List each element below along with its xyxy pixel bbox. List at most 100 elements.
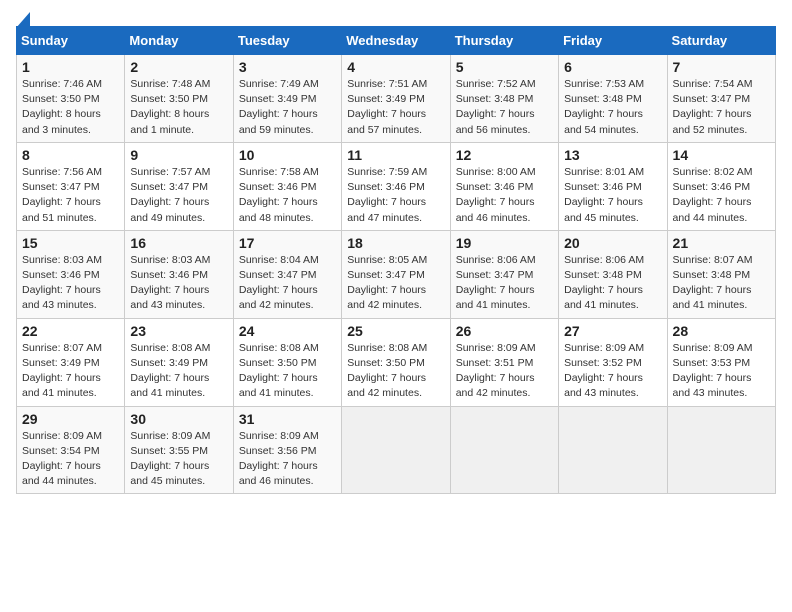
page-header bbox=[16, 16, 776, 18]
day-number: 15 bbox=[22, 235, 119, 251]
header-saturday: Saturday bbox=[667, 27, 775, 55]
header-thursday: Thursday bbox=[450, 27, 558, 55]
calendar-cell: 19 Sunrise: 8:06 AM Sunset: 3:47 PM Dayli… bbox=[450, 230, 558, 318]
day-info: Sunrise: 8:09 AM Sunset: 3:51 PM Dayligh… bbox=[456, 341, 553, 402]
day-number: 25 bbox=[347, 323, 444, 339]
day-info: Sunrise: 8:02 AM Sunset: 3:46 PM Dayligh… bbox=[673, 165, 770, 226]
day-number: 31 bbox=[239, 411, 336, 427]
header-monday: Monday bbox=[125, 27, 233, 55]
day-info: Sunrise: 7:52 AM Sunset: 3:48 PM Dayligh… bbox=[456, 77, 553, 138]
day-number: 7 bbox=[673, 59, 770, 75]
calendar-cell: 9Sunrise: 7:57 AM Sunset: 3:47 PM Daylig… bbox=[125, 142, 233, 230]
day-info: Sunrise: 7:46 AM Sunset: 3:50 PM Dayligh… bbox=[22, 77, 119, 138]
day-number: 19 bbox=[456, 235, 553, 251]
day-info: Sunrise: 8:03 AM Sunset: 3:46 PM Dayligh… bbox=[130, 253, 227, 314]
day-info: Sunrise: 8:06 AM Sunset: 3:47 PM Dayligh… bbox=[456, 253, 553, 314]
calendar-cell: 2 Sunrise: 7:48 AM Sunset: 3:50 PM Daylig… bbox=[125, 55, 233, 143]
day-info: Sunrise: 7:53 AM Sunset: 3:48 PM Dayligh… bbox=[564, 77, 661, 138]
day-number: 11 bbox=[347, 147, 444, 163]
day-number: 28 bbox=[673, 323, 770, 339]
week-row-1: 1 Sunrise: 7:46 AM Sunset: 3:50 PM Daylig… bbox=[17, 55, 776, 143]
day-number: 12 bbox=[456, 147, 553, 163]
calendar-cell: 18 Sunrise: 8:05 AM Sunset: 3:47 PM Dayli… bbox=[342, 230, 450, 318]
week-row-5: 29 Sunrise: 8:09 AM Sunset: 3:54 PM Dayli… bbox=[17, 406, 776, 494]
day-number: 5 bbox=[456, 59, 553, 75]
day-info: Sunrise: 8:09 AM Sunset: 3:52 PM Dayligh… bbox=[564, 341, 661, 402]
day-number: 2 bbox=[130, 59, 227, 75]
calendar-cell: 3Sunrise: 7:49 AM Sunset: 3:49 PM Daylig… bbox=[233, 55, 341, 143]
day-number: 8 bbox=[22, 147, 119, 163]
day-number: 24 bbox=[239, 323, 336, 339]
day-info: Sunrise: 7:48 AM Sunset: 3:50 PM Dayligh… bbox=[130, 77, 227, 138]
day-info: Sunrise: 8:00 AM Sunset: 3:46 PM Dayligh… bbox=[456, 165, 553, 226]
header-wednesday: Wednesday bbox=[342, 27, 450, 55]
calendar-cell: 30 Sunrise: 8:09 AM Sunset: 3:55 PM Dayli… bbox=[125, 406, 233, 494]
day-info: Sunrise: 8:07 AM Sunset: 3:48 PM Dayligh… bbox=[673, 253, 770, 314]
header-sunday: Sunday bbox=[17, 27, 125, 55]
calendar-cell: 20 Sunrise: 8:06 AM Sunset: 3:48 PM Dayli… bbox=[559, 230, 667, 318]
day-info: Sunrise: 7:54 AM Sunset: 3:47 PM Dayligh… bbox=[673, 77, 770, 138]
calendar-cell bbox=[450, 406, 558, 494]
day-info: Sunrise: 8:07 AM Sunset: 3:49 PM Dayligh… bbox=[22, 341, 119, 402]
calendar-cell bbox=[559, 406, 667, 494]
calendar-cell: 12 Sunrise: 8:00 AM Sunset: 3:46 PM Dayli… bbox=[450, 142, 558, 230]
day-number: 23 bbox=[130, 323, 227, 339]
calendar-cell: 11 Sunrise: 7:59 AM Sunset: 3:46 PM Dayli… bbox=[342, 142, 450, 230]
day-info: Sunrise: 8:09 AM Sunset: 3:56 PM Dayligh… bbox=[239, 429, 336, 490]
week-row-2: 8 Sunrise: 7:56 AM Sunset: 3:47 PM Daylig… bbox=[17, 142, 776, 230]
calendar-cell: 4Sunrise: 7:51 AM Sunset: 3:49 PM Daylig… bbox=[342, 55, 450, 143]
calendar-cell: 10Sunrise: 7:58 AM Sunset: 3:46 PM Dayli… bbox=[233, 142, 341, 230]
calendar-cell: 15 Sunrise: 8:03 AM Sunset: 3:46 PM Dayli… bbox=[17, 230, 125, 318]
week-row-3: 15 Sunrise: 8:03 AM Sunset: 3:46 PM Dayli… bbox=[17, 230, 776, 318]
day-info: Sunrise: 8:08 AM Sunset: 3:49 PM Dayligh… bbox=[130, 341, 227, 402]
day-number: 4 bbox=[347, 59, 444, 75]
day-number: 29 bbox=[22, 411, 119, 427]
day-number: 21 bbox=[673, 235, 770, 251]
day-info: Sunrise: 7:56 AM Sunset: 3:47 PM Dayligh… bbox=[22, 165, 119, 226]
day-number: 27 bbox=[564, 323, 661, 339]
day-info: Sunrise: 8:06 AM Sunset: 3:48 PM Dayligh… bbox=[564, 253, 661, 314]
calendar-cell: 31 Sunrise: 8:09 AM Sunset: 3:56 PM Dayli… bbox=[233, 406, 341, 494]
day-number: 16 bbox=[130, 235, 227, 251]
day-info: Sunrise: 8:01 AM Sunset: 3:46 PM Dayligh… bbox=[564, 165, 661, 226]
calendar-cell: 26 Sunrise: 8:09 AM Sunset: 3:51 PM Dayli… bbox=[450, 318, 558, 406]
day-info: Sunrise: 8:09 AM Sunset: 3:54 PM Dayligh… bbox=[22, 429, 119, 490]
day-number: 26 bbox=[456, 323, 553, 339]
day-number: 20 bbox=[564, 235, 661, 251]
calendar-cell bbox=[342, 406, 450, 494]
day-info: Sunrise: 8:08 AM Sunset: 3:50 PM Dayligh… bbox=[347, 341, 444, 402]
calendar-cell: 17 Sunrise: 8:04 AM Sunset: 3:47 PM Dayli… bbox=[233, 230, 341, 318]
calendar-table: SundayMondayTuesdayWednesdayThursdayFrid… bbox=[16, 26, 776, 494]
calendar-cell: 28Sunrise: 8:09 AM Sunset: 3:53 PM Dayli… bbox=[667, 318, 775, 406]
day-number: 17 bbox=[239, 235, 336, 251]
calendar-cell: 16 Sunrise: 8:03 AM Sunset: 3:46 PM Dayli… bbox=[125, 230, 233, 318]
day-info: Sunrise: 7:58 AM Sunset: 3:46 PM Dayligh… bbox=[239, 165, 336, 226]
calendar-cell: 14Sunrise: 8:02 AM Sunset: 3:46 PM Dayli… bbox=[667, 142, 775, 230]
day-info: Sunrise: 8:09 AM Sunset: 3:55 PM Dayligh… bbox=[130, 429, 227, 490]
calendar-cell: 29 Sunrise: 8:09 AM Sunset: 3:54 PM Dayli… bbox=[17, 406, 125, 494]
day-info: Sunrise: 8:08 AM Sunset: 3:50 PM Dayligh… bbox=[239, 341, 336, 402]
calendar-header-row: SundayMondayTuesdayWednesdayThursdayFrid… bbox=[17, 27, 776, 55]
day-number: 30 bbox=[130, 411, 227, 427]
calendar-cell: 23 Sunrise: 8:08 AM Sunset: 3:49 PM Dayli… bbox=[125, 318, 233, 406]
day-info: Sunrise: 8:03 AM Sunset: 3:46 PM Dayligh… bbox=[22, 253, 119, 314]
day-number: 1 bbox=[22, 59, 119, 75]
calendar-cell: 24 Sunrise: 8:08 AM Sunset: 3:50 PM Dayli… bbox=[233, 318, 341, 406]
calendar-cell: 1 Sunrise: 7:46 AM Sunset: 3:50 PM Daylig… bbox=[17, 55, 125, 143]
calendar-cell: 6Sunrise: 7:53 AM Sunset: 3:48 PM Daylig… bbox=[559, 55, 667, 143]
calendar-cell: 7 Sunrise: 7:54 AM Sunset: 3:47 PM Daylig… bbox=[667, 55, 775, 143]
day-number: 3 bbox=[239, 59, 336, 75]
calendar-cell: 8 Sunrise: 7:56 AM Sunset: 3:47 PM Daylig… bbox=[17, 142, 125, 230]
day-info: Sunrise: 8:04 AM Sunset: 3:47 PM Dayligh… bbox=[239, 253, 336, 314]
day-info: Sunrise: 7:57 AM Sunset: 3:47 PM Dayligh… bbox=[130, 165, 227, 226]
logo-arrow-icon bbox=[16, 12, 30, 28]
calendar-cell: 13 Sunrise: 8:01 AM Sunset: 3:46 PM Dayli… bbox=[559, 142, 667, 230]
calendar-cell: 21 Sunrise: 8:07 AM Sunset: 3:48 PM Dayli… bbox=[667, 230, 775, 318]
day-info: Sunrise: 7:59 AM Sunset: 3:46 PM Dayligh… bbox=[347, 165, 444, 226]
header-tuesday: Tuesday bbox=[233, 27, 341, 55]
day-info: Sunrise: 8:05 AM Sunset: 3:47 PM Dayligh… bbox=[347, 253, 444, 314]
day-number: 18 bbox=[347, 235, 444, 251]
header-friday: Friday bbox=[559, 27, 667, 55]
calendar-cell: 5 Sunrise: 7:52 AM Sunset: 3:48 PM Daylig… bbox=[450, 55, 558, 143]
day-number: 13 bbox=[564, 147, 661, 163]
